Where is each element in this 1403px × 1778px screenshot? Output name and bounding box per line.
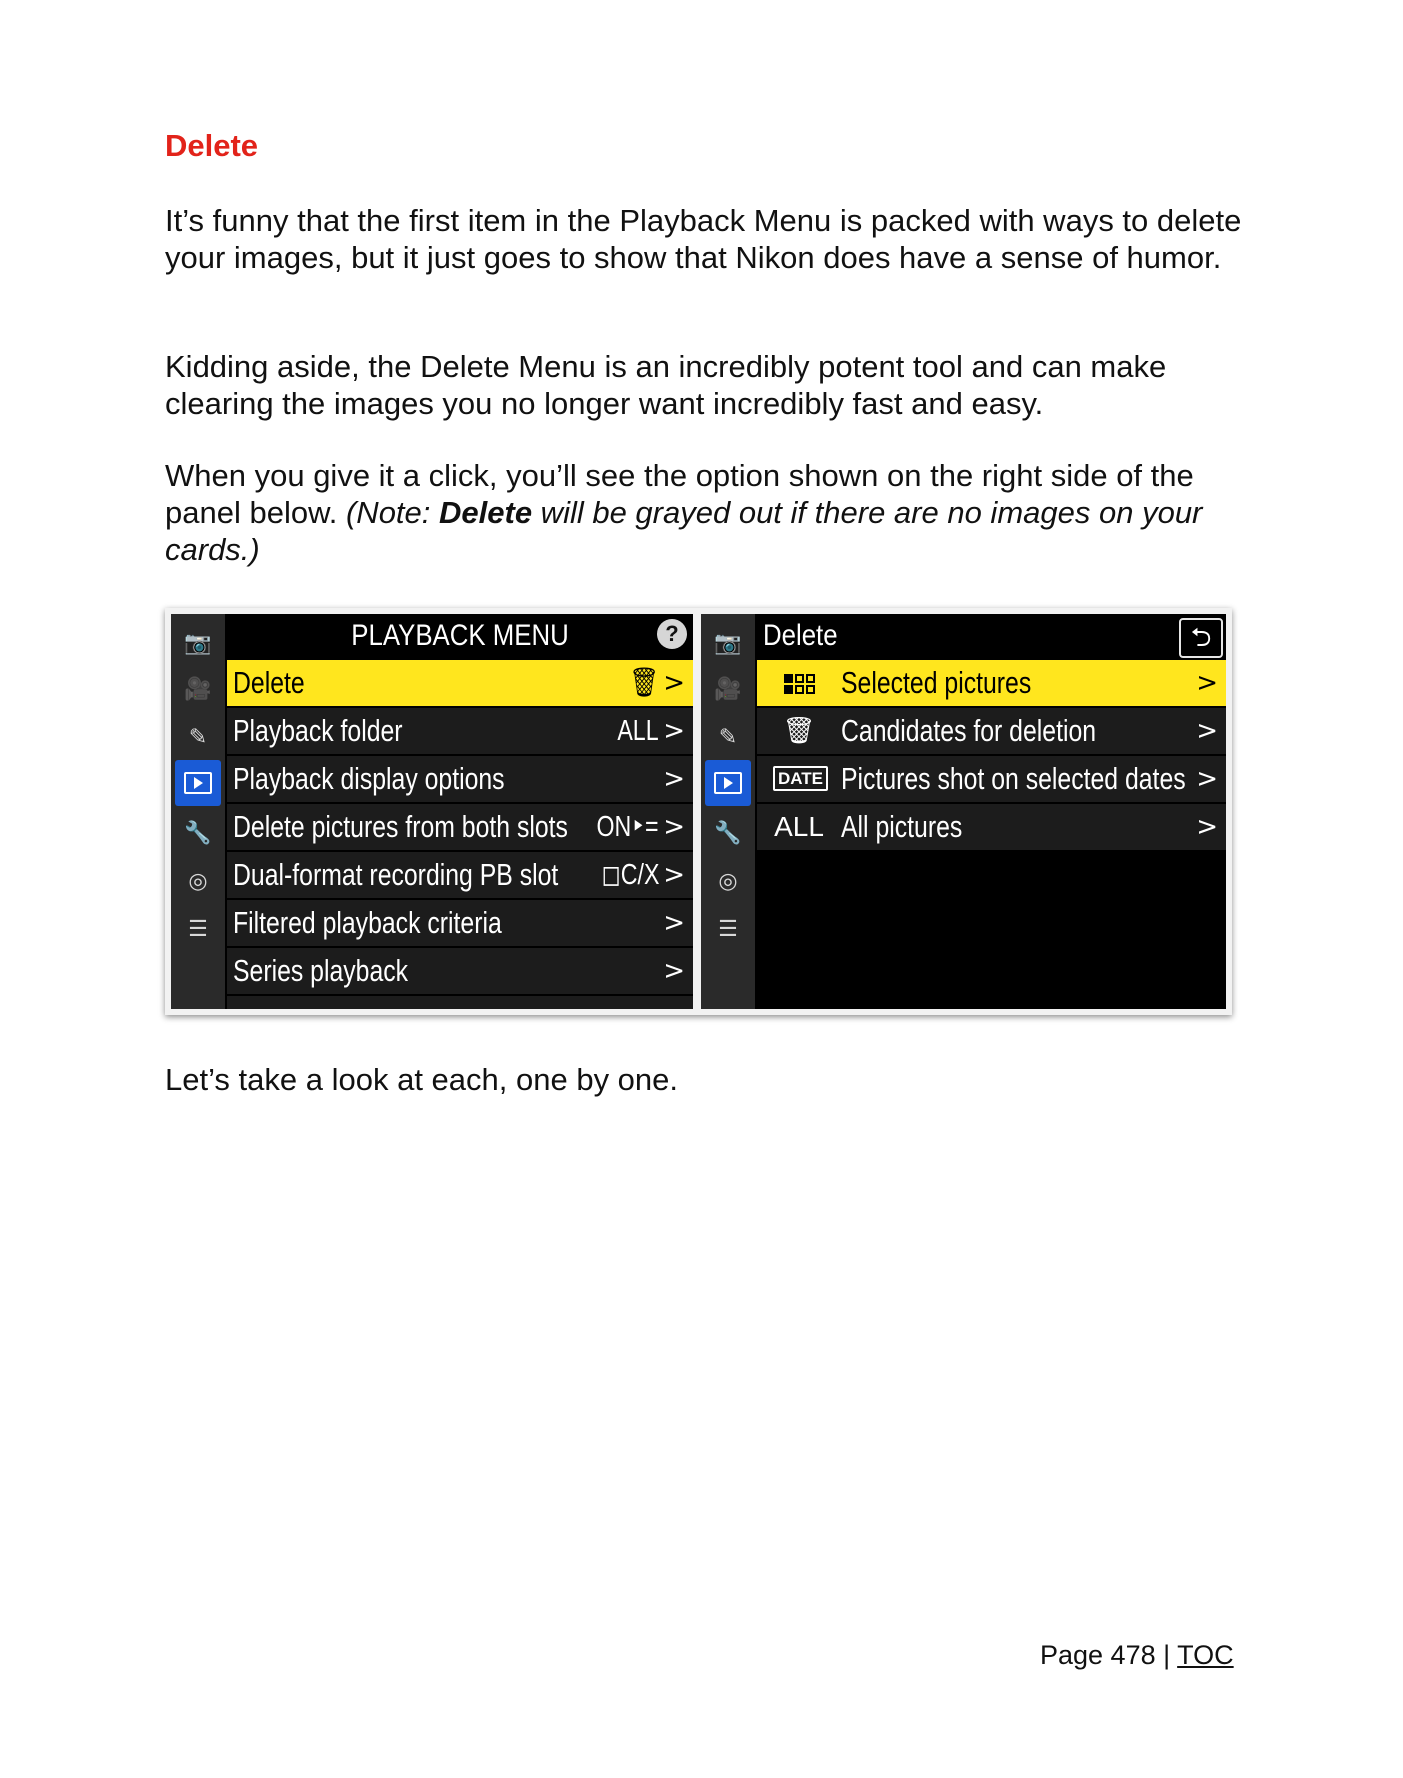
- chevron-right-icon: >: [663, 668, 685, 698]
- note-pre: (Note:: [345, 495, 440, 530]
- section-heading: Delete: [165, 128, 259, 163]
- chevron-right-icon: >: [663, 764, 685, 794]
- submenu-item-all-pictures[interactable]: ALL All pictures >: [757, 804, 1226, 852]
- menu-item-series-playback[interactable]: Series playback >: [227, 948, 693, 996]
- wrench-icon[interactable]: 🔧: [175, 810, 221, 856]
- submenu-item-selected-dates[interactable]: DATE Pictures shot on selected dates >: [757, 756, 1226, 804]
- wrench-icon[interactable]: 🔧: [705, 810, 751, 856]
- chevron-right-icon: >: [663, 908, 685, 938]
- chevron-right-icon: >: [663, 860, 685, 890]
- menu-item-partial[interactable]: [227, 996, 693, 1009]
- note-bold: Delete: [439, 495, 533, 530]
- submenu-title: Delete: [763, 619, 838, 652]
- movie-icon[interactable]: 🎥: [175, 666, 221, 712]
- camera-menu-screenshot: 📷 🎥 ✎ 🔧 ◎ ☰ PLAYBACK MENU ? Delete 🗑 > P…: [165, 608, 1232, 1015]
- submenu-item-label: Selected pictures: [841, 665, 1032, 700]
- menu-item-value: ◻C/X: [601, 859, 659, 891]
- menu-item-value: ALL: [617, 715, 659, 747]
- playback-icon[interactable]: [175, 760, 221, 806]
- menu-item-label: Delete: [233, 665, 305, 700]
- trash-star-icon: 🗑: [782, 716, 816, 746]
- pencil-icon[interactable]: ✎: [175, 714, 221, 760]
- menu-item-delete-both-slots[interactable]: Delete pictures from both slots ON‣= >: [227, 804, 693, 852]
- date-icon: DATE: [773, 756, 829, 802]
- menu-item-label: Playback display options: [233, 761, 505, 796]
- playback-menu-list: PLAYBACK MENU ? Delete 🗑 > Playback fold…: [227, 614, 693, 1009]
- menu-item-delete[interactable]: Delete 🗑 >: [227, 660, 693, 708]
- menu-item-label: Delete pictures from both slots: [233, 809, 568, 844]
- submenu-item-label: Pictures shot on selected dates: [841, 761, 1186, 796]
- help-icon[interactable]: ?: [657, 619, 687, 649]
- network-icon[interactable]: ◎: [175, 858, 221, 904]
- submenu-item-label: All pictures: [841, 809, 963, 844]
- paragraph-intro: It’s funny that the first item in the Pl…: [165, 203, 1242, 275]
- menu-item-label: Dual-format recording PB slot: [233, 857, 559, 892]
- date-icon-text: DATE: [773, 766, 829, 791]
- chevron-right-icon: >: [663, 956, 685, 986]
- camera-icon[interactable]: 📷: [175, 620, 221, 666]
- delete-submenu-panel: 📷 🎥 ✎ 🔧 ◎ ☰ Delete ⮌ Selected pictures >…: [701, 614, 1226, 1009]
- submenu-item-candidates[interactable]: 🗑 Candidates for deletion >: [757, 708, 1226, 756]
- all-icon: ALL: [774, 811, 824, 842]
- menu-item-playback-folder[interactable]: Playback folder ALL >: [227, 708, 693, 756]
- chevron-right-icon: >: [663, 812, 685, 842]
- pencil-icon[interactable]: ✎: [705, 714, 751, 760]
- my-menu-icon[interactable]: ☰: [705, 906, 751, 952]
- playback-menu-panel: 📷 🎥 ✎ 🔧 ◎ ☰ PLAYBACK MENU ? Delete 🗑 > P…: [171, 614, 693, 1009]
- submenu-item-selected-pictures[interactable]: Selected pictures >: [757, 660, 1226, 708]
- camera-icon[interactable]: 📷: [705, 620, 751, 666]
- toc-link[interactable]: TOC: [1177, 1640, 1234, 1670]
- paragraph-closing: Let’s take a look at each, one by one.: [165, 1062, 679, 1097]
- menu-item-label: Playback folder: [233, 713, 403, 748]
- movie-icon[interactable]: 🎥: [705, 666, 751, 712]
- menu-item-label: Series playback: [233, 953, 409, 988]
- playback-icon[interactable]: [705, 760, 751, 806]
- menu-title: PLAYBACK MENU: [351, 619, 569, 652]
- menu-item-label: Filtered playback criteria: [233, 905, 502, 940]
- grid-icon: [773, 660, 825, 706]
- chevron-right-icon: >: [1196, 764, 1218, 794]
- page-footer: Page 478 | TOC: [1040, 1640, 1234, 1671]
- paragraph-kidding: Kidding aside, the Delete Menu is an inc…: [165, 349, 1167, 421]
- chevron-right-icon: >: [1196, 716, 1218, 746]
- back-icon[interactable]: ⮌: [1179, 618, 1223, 658]
- menu-item-filtered-playback[interactable]: Filtered playback criteria >: [227, 900, 693, 948]
- menu-item-value: ON‣=: [596, 811, 659, 843]
- delete-submenu-list: Delete ⮌ Selected pictures > 🗑 Candidate…: [757, 614, 1226, 1009]
- chevron-right-icon: >: [1196, 812, 1218, 842]
- menu-tab-rail: 📷 🎥 ✎ 🔧 ◎ ☰: [171, 614, 225, 1009]
- menu-tab-rail: 📷 🎥 ✎ 🔧 ◎ ☰: [701, 614, 755, 1009]
- network-icon[interactable]: ◎: [705, 858, 751, 904]
- chevron-right-icon: >: [1196, 668, 1218, 698]
- menu-item-dual-format-pb-slot[interactable]: Dual-format recording PB slot ◻C/X >: [227, 852, 693, 900]
- submenu-item-label: Candidates for deletion: [841, 713, 1097, 748]
- chevron-right-icon: >: [663, 716, 685, 746]
- page-number: Page 478 |: [1040, 1640, 1171, 1670]
- paragraph-click: When you give it a click, you’ll see the…: [165, 457, 1245, 568]
- menu-item-playback-display-options[interactable]: Playback display options >: [227, 756, 693, 804]
- my-menu-icon[interactable]: ☰: [175, 906, 221, 952]
- trash-icon: 🗑: [629, 667, 659, 699]
